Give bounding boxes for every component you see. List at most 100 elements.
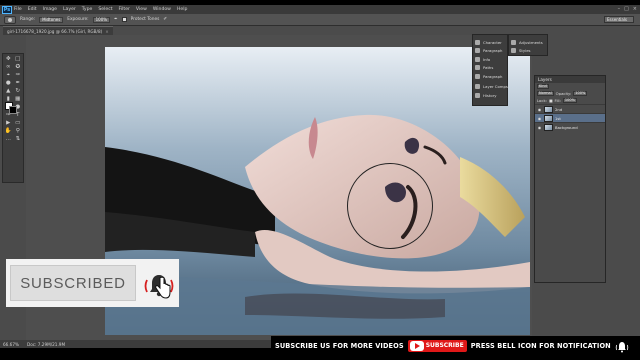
close-tab-icon[interactable]: × xyxy=(105,29,109,34)
layer-row-2nd[interactable]: ◉ 2nd xyxy=(535,104,605,113)
pressure-icon[interactable]: ✐ xyxy=(163,17,167,22)
menu-image[interactable]: Image xyxy=(43,7,57,12)
shape-tool-icon[interactable]: ▭ xyxy=(14,120,23,127)
brush-tool-icon[interactable]: ✒ xyxy=(14,80,23,87)
layers-panel: Layers Kind Normal Opacity: 100% Lock: ■… xyxy=(534,75,606,283)
blend-row: Normal Opacity: 100% xyxy=(535,90,605,97)
move-tool-icon[interactable]: ✥ xyxy=(4,56,13,63)
styles-icon xyxy=(511,48,516,54)
dock-layer-comps[interactable]: Layer Comps xyxy=(475,83,508,92)
path-select-icon[interactable]: ▶ xyxy=(4,120,13,127)
menu-filter[interactable]: Filter xyxy=(119,7,130,12)
layer-name: 2nd xyxy=(555,106,563,112)
history-brush-icon[interactable]: ↻ xyxy=(14,88,23,95)
lasso-tool-icon[interactable]: ∞ xyxy=(4,64,13,71)
exposure-field[interactable]: 100% xyxy=(92,16,111,23)
adjustments-icon xyxy=(511,39,516,45)
layers-panel-title[interactable]: Layers xyxy=(535,76,605,83)
banner-bell-icon xyxy=(615,339,629,353)
dock-paragraph[interactable]: Paragraph xyxy=(475,72,505,81)
layer-row-1st[interactable]: ◉ 1st xyxy=(535,113,605,122)
eye-icon[interactable]: ◉ xyxy=(537,107,542,112)
more-tools-icon[interactable]: … xyxy=(4,136,13,143)
close-icon[interactable]: × xyxy=(633,6,637,12)
protect-tones-checkbox[interactable] xyxy=(121,17,127,22)
menu-type[interactable]: Type xyxy=(82,7,93,12)
swap-colors-icon[interactable]: ⇅ xyxy=(14,136,23,143)
background-color-swatch[interactable] xyxy=(9,106,17,114)
subscribed-button[interactable]: SUBSCRIBED xyxy=(10,265,136,301)
eye-icon[interactable]: ◉ xyxy=(537,116,542,121)
subscribed-label: SUBSCRIBED xyxy=(20,274,126,292)
document-tab[interactable]: girl-1716678_1920.jpg @ 66.7% (Girl, RGB… xyxy=(3,26,113,35)
eye-icon[interactable]: ◉ xyxy=(537,125,542,130)
opacity-label: Opacity: xyxy=(555,91,572,96)
menu-file[interactable]: File xyxy=(14,7,22,12)
dock-properties[interactable]: Paragraph xyxy=(475,47,505,56)
quick-select-icon[interactable]: ✪ xyxy=(14,64,23,71)
eyedropper-icon[interactable]: ✑ xyxy=(14,72,23,79)
blend-mode-select[interactable]: Normal xyxy=(537,91,554,96)
fill-field[interactable]: 100% xyxy=(562,98,577,103)
youtube-subscribe-button[interactable]: SUBSCRIBE xyxy=(407,339,467,352)
history-icon xyxy=(475,92,480,98)
layer-kind-select[interactable]: Kind xyxy=(537,84,549,89)
layer-thumbnail xyxy=(544,114,553,122)
dock-info[interactable]: Info xyxy=(475,55,505,64)
dock-styles[interactable]: Styles xyxy=(511,47,545,56)
zoom-tool-icon[interactable]: ⚲ xyxy=(14,128,23,135)
brush-preset-picker[interactable] xyxy=(4,15,16,24)
workspace-switcher[interactable]: Essentials xyxy=(604,16,634,23)
crop-tool-icon[interactable]: ⌖ xyxy=(4,72,13,79)
layer-thumbnail xyxy=(544,123,553,131)
youtube-play-icon xyxy=(409,340,424,351)
brush-cursor-ring xyxy=(347,163,433,249)
document-size: Doc: 7.29M/21.9M xyxy=(26,341,66,347)
range-select[interactable]: Midtones xyxy=(39,16,64,23)
minimize-icon[interactable]: – xyxy=(618,6,621,12)
layer-row-background[interactable]: ◉ Background xyxy=(535,122,605,131)
banner-right-text: PRESS BELL ICON FOR NOTIFICATION xyxy=(470,341,611,350)
panel-dock: Character Paragraph Info Paths Paragraph… xyxy=(472,34,508,106)
airbrush-icon[interactable]: ✒ xyxy=(114,17,118,22)
tools-panel: ✥ □ ∞ ✪ ⌖ ✑ ● ✒ ▲ ↻ ▮ ▦ ◦ ● ✑ T ▶ ▭ ✋ ⚲ … xyxy=(2,53,24,183)
healing-brush-icon[interactable]: ● xyxy=(4,80,13,87)
menu-edit[interactable]: Edit xyxy=(28,7,37,12)
menu-bar: Ps File Edit Image Layer Type Select Fil… xyxy=(0,5,640,14)
document-tab-label: girl-1716678_1920.jpg @ 66.7% (Girl, RGB… xyxy=(7,28,103,34)
layer-thumbnail xyxy=(544,105,553,113)
layer-name: 1st xyxy=(555,115,561,121)
clone-stamp-icon[interactable]: ▲ xyxy=(4,88,13,95)
banner-left-text: SUBSCRIBE US FOR MORE VIDEOS xyxy=(275,341,404,350)
menu-layer[interactable]: Layer xyxy=(63,7,76,12)
dock-history[interactable]: History xyxy=(475,91,505,100)
layer-name: Background xyxy=(555,124,578,130)
properties-icon xyxy=(475,48,480,54)
dock-character[interactable]: Character xyxy=(475,38,505,47)
options-bar: Range: Midtones Exposure: 100% ✒ Protect… xyxy=(0,14,640,26)
dock-paths[interactable]: Paths xyxy=(475,64,505,73)
exposure-label: Exposure: xyxy=(67,17,89,22)
menu-select[interactable]: Select xyxy=(98,7,112,12)
range-label: Range: xyxy=(20,17,36,22)
menu-view[interactable]: View xyxy=(136,7,147,12)
subscribe-banner: SUBSCRIBE US FOR MORE VIDEOS SUBSCRIBE P… xyxy=(271,336,640,355)
gradient-icon[interactable]: ▦ xyxy=(14,96,23,103)
layer-filter-row: Kind xyxy=(535,83,605,90)
lock-icon[interactable]: ■ xyxy=(549,98,553,103)
maximize-icon[interactable]: □ xyxy=(624,6,629,12)
protect-tones-label: Protect Tones xyxy=(130,17,160,22)
fill-label: Fill: xyxy=(554,98,561,103)
dock-adjustments[interactable]: Adjustments xyxy=(511,38,545,47)
zoom-level[interactable]: 66.67% xyxy=(3,342,19,347)
marquee-tool-icon[interactable]: □ xyxy=(14,56,23,63)
opacity-field[interactable]: 100% xyxy=(573,91,588,96)
hand-tool-icon[interactable]: ✋ xyxy=(4,128,13,135)
layer-comps-icon xyxy=(475,84,480,90)
paragraph-icon xyxy=(475,73,480,79)
panel-dock-2: Adjustments Styles xyxy=(508,34,548,56)
photoshop-logo: Ps xyxy=(2,5,12,14)
info-icon xyxy=(475,56,480,62)
menu-window[interactable]: Window xyxy=(153,7,171,12)
menu-help[interactable]: Help xyxy=(177,7,187,12)
